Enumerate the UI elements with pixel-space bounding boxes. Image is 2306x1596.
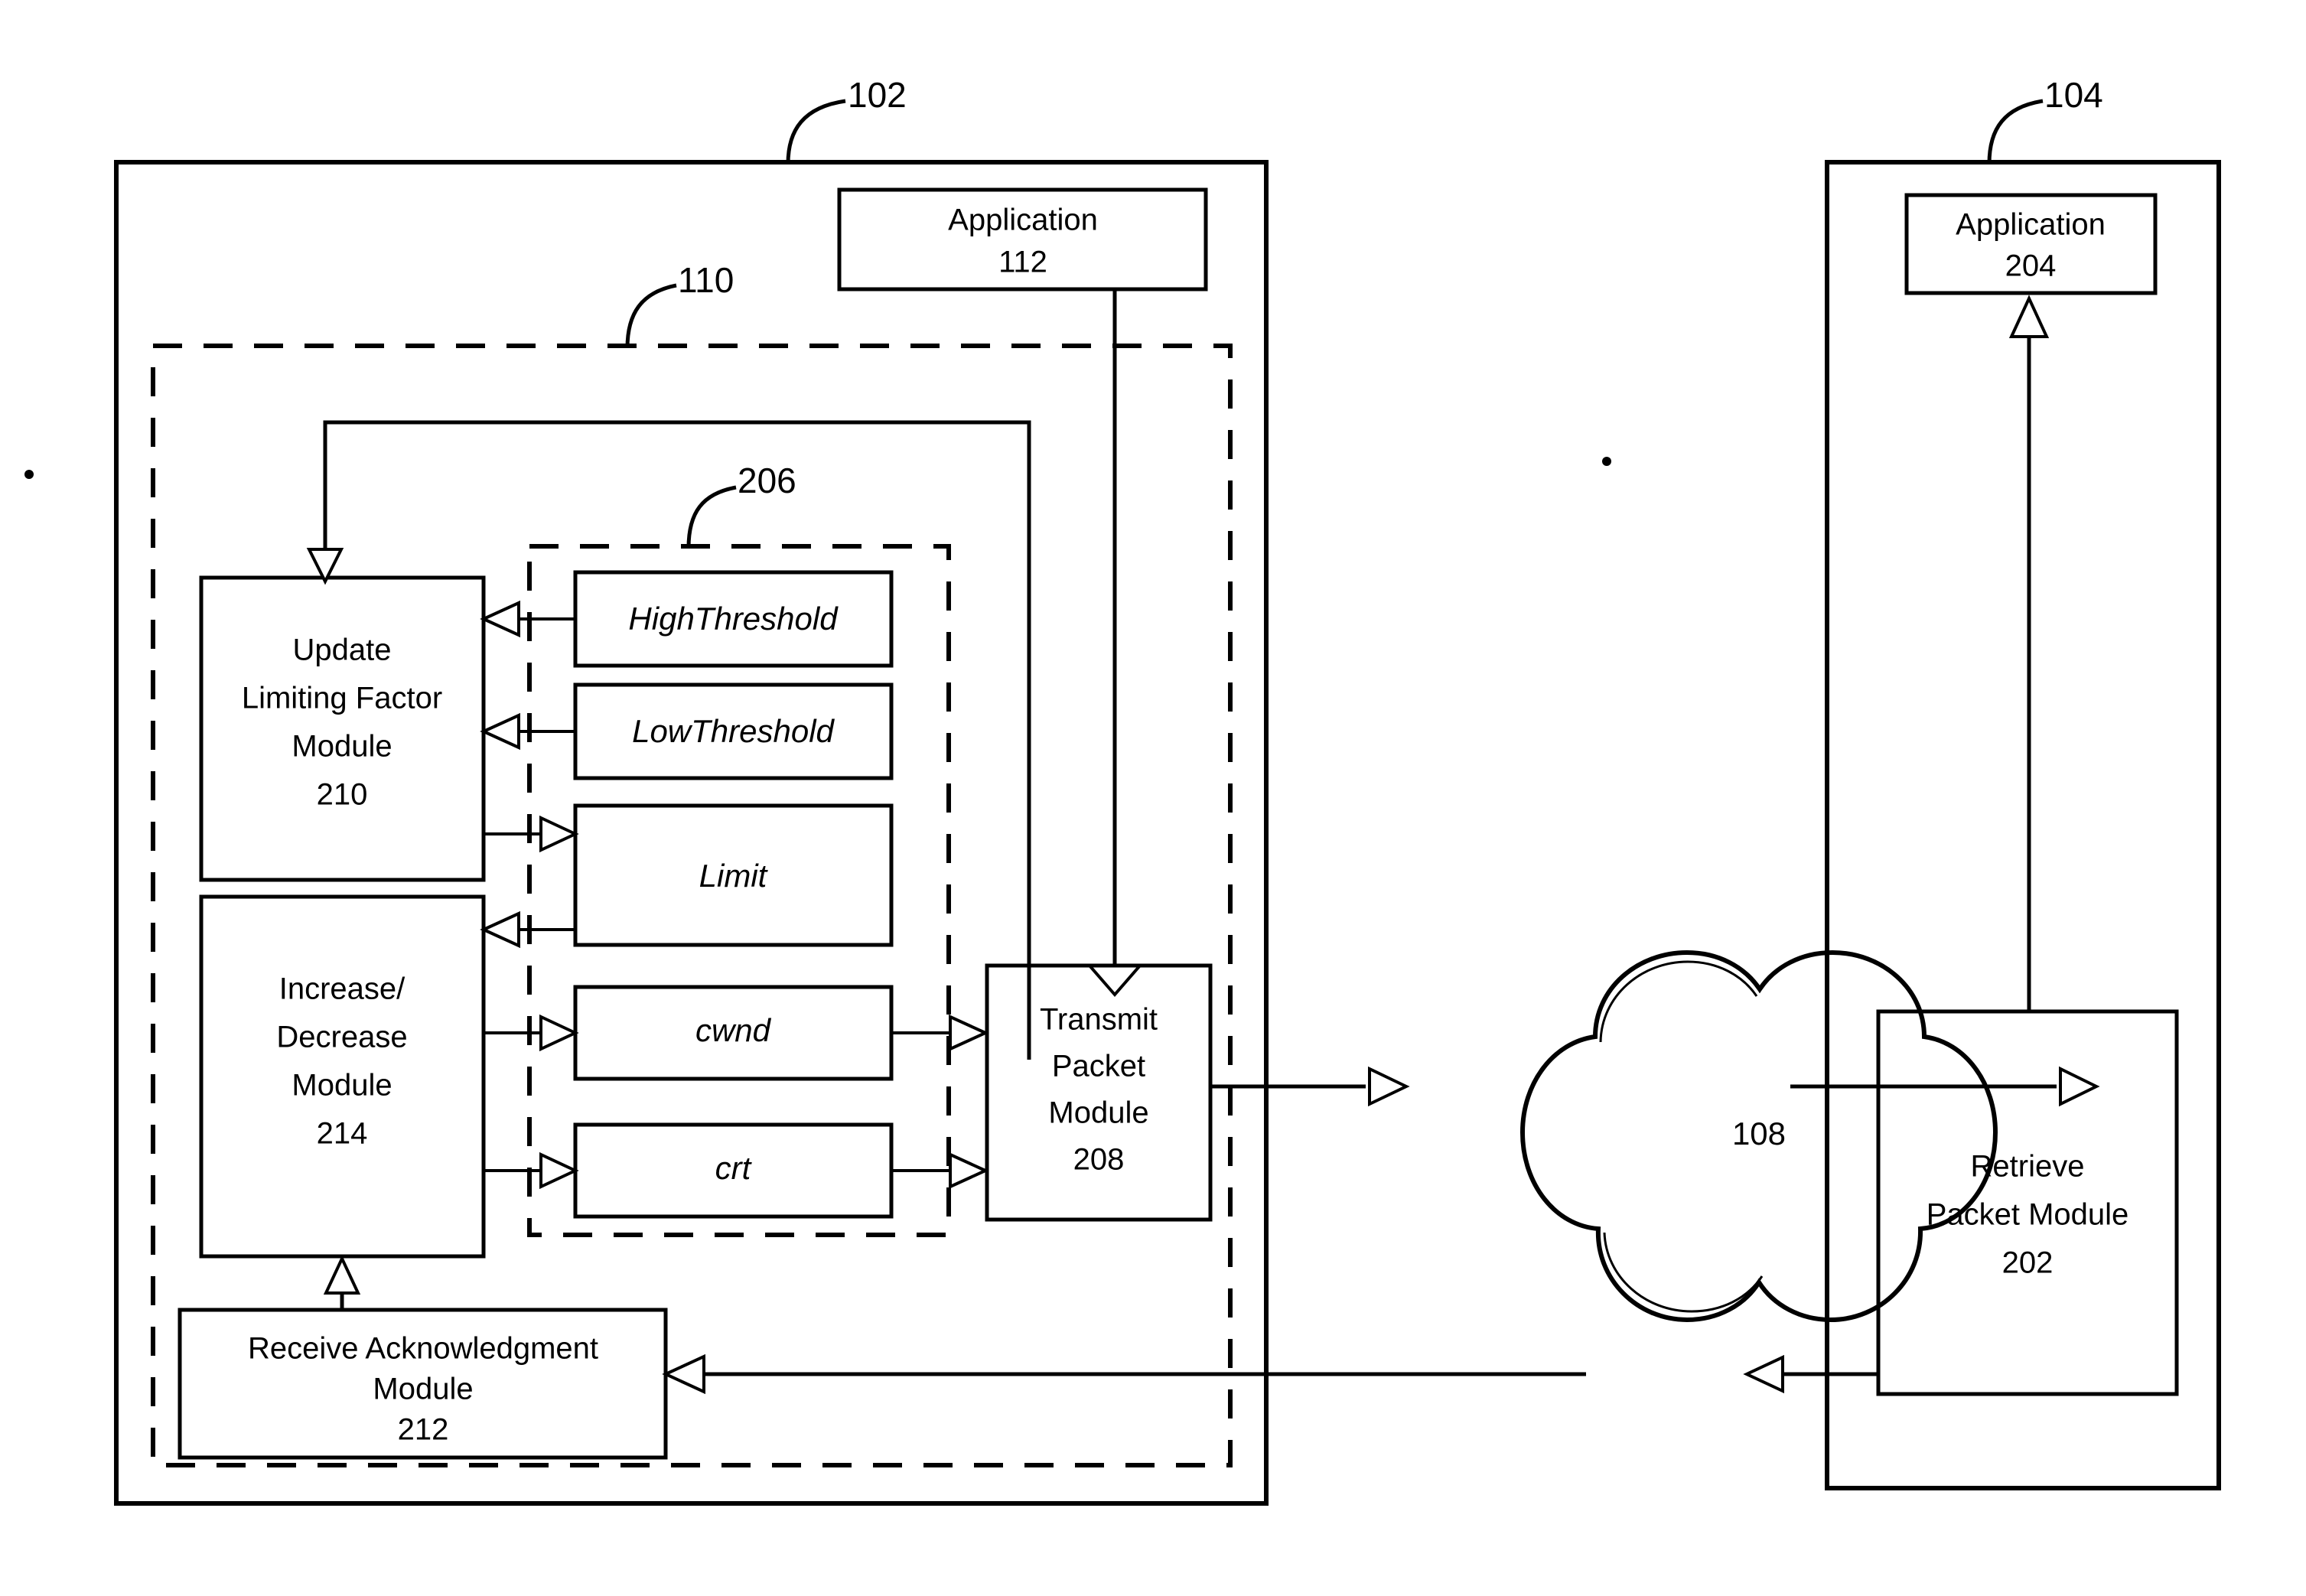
leader-line-110 xyxy=(625,283,677,349)
ref-numeral-206: 206 xyxy=(738,461,796,500)
application-112-number: 112 xyxy=(998,246,1047,279)
arrowhead-recvack-to-increase-decrease xyxy=(323,1255,361,1295)
application-204-label: Application xyxy=(1956,208,2106,242)
leader-line-206 xyxy=(686,485,737,549)
update-limiting-factor-line2: Limiting Factor xyxy=(242,682,442,715)
scan-artifact-dot-center xyxy=(1602,457,1611,466)
retrieve-packet-line1: Retrieve xyxy=(1971,1150,2085,1184)
leader-line-104 xyxy=(1987,99,2044,164)
increase-decrease-line3: Module xyxy=(292,1069,392,1103)
update-limiting-factor-line3: Module xyxy=(292,730,392,764)
variable-label-lowthreshold: LowThreshold xyxy=(632,713,835,749)
arrowhead-lowthreshold-to-update-module xyxy=(480,712,520,751)
network-cloud-number: 108 xyxy=(1732,1116,1786,1151)
patent-figure-canvas: 102 110 206 Application 112 Update Limit… xyxy=(0,0,2306,1596)
arrowhead-crt-to-transmit-module xyxy=(949,1151,989,1190)
transmit-packet-line1: Transmit xyxy=(1040,1003,1158,1037)
receive-acknowledgment-number: 212 xyxy=(398,1413,449,1447)
transmit-packet-line2: Packet xyxy=(1052,1050,1145,1083)
variable-label-limit: Limit xyxy=(699,858,769,894)
arrowhead-retrieve-module-to-network-ack xyxy=(1743,1354,1784,1394)
retrieve-packet-line2: Packet Module xyxy=(1927,1198,2129,1232)
arrowhead-transmit-module-to-network xyxy=(1368,1066,1410,1107)
sender-device-box xyxy=(114,160,1269,1506)
arrowhead-network-to-recvack xyxy=(662,1353,705,1395)
arrowhead-network-to-retrieve-module xyxy=(2059,1066,2100,1107)
scan-artifact-dot-left xyxy=(24,470,34,479)
transmit-packet-line3: Module xyxy=(1048,1096,1148,1130)
update-limiting-factor-module-box xyxy=(199,575,486,882)
block-diagram-svg: 102 110 206 Application 112 Update Limit… xyxy=(24,75,2221,1506)
retrieve-packet-number: 202 xyxy=(2002,1246,2054,1280)
application-204-number: 204 xyxy=(2005,249,2057,283)
variable-label-cwnd: cwnd xyxy=(695,1012,772,1048)
arrowhead-highthreshold-to-update-module xyxy=(480,600,520,638)
increase-decrease-line1: Increase/ xyxy=(279,972,406,1006)
protocol-stack-dashed-box xyxy=(151,344,1233,1467)
arrowhead-cwnd-to-transmit-module xyxy=(949,1014,989,1052)
arrowhead-limit-to-increase-decrease xyxy=(480,910,520,949)
ref-numeral-102: 102 xyxy=(848,75,907,115)
leader-line-102 xyxy=(786,99,846,164)
variable-label-crt: crt xyxy=(715,1150,753,1186)
increase-decrease-line2: Decrease xyxy=(276,1021,407,1054)
arrowhead-increase-decrease-to-crt xyxy=(539,1151,579,1190)
arrowhead-app112-to-transmit xyxy=(1086,964,1144,998)
arrowhead-retrieve-module-to-app204 xyxy=(2008,295,2050,338)
update-limiting-factor-line1: Update xyxy=(293,634,392,667)
transmit-packet-number: 208 xyxy=(1073,1143,1125,1177)
variable-label-highthreshold: HighThreshold xyxy=(628,601,839,637)
update-limiting-factor-number: 210 xyxy=(317,778,368,812)
arrowhead-update-module-to-limit xyxy=(539,815,579,853)
ref-numeral-104: 104 xyxy=(2044,75,2103,115)
ref-numeral-110: 110 xyxy=(678,260,734,300)
increase-decrease-number: 214 xyxy=(317,1117,368,1151)
receive-acknowledgment-line2: Module xyxy=(373,1373,473,1406)
application-112-label: Application xyxy=(948,204,1098,237)
receive-acknowledgment-line1: Receive Acknowledgment xyxy=(248,1332,598,1366)
arrowhead-increase-decrease-to-cwnd xyxy=(539,1014,579,1052)
